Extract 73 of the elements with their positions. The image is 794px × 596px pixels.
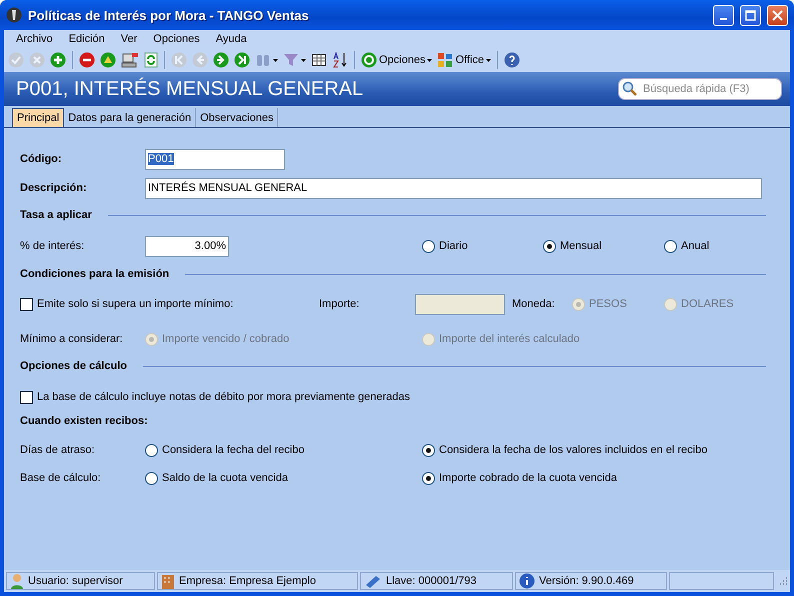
sort-icon bbox=[332, 52, 348, 68]
minimize-icon bbox=[720, 18, 727, 20]
usb-key-icon bbox=[364, 574, 382, 588]
toolbar-menu-button[interactable]: Opciones bbox=[360, 50, 434, 70]
minus-icon bbox=[79, 52, 95, 68]
search-field[interactable]: Búsqueda rápida (F3) bbox=[618, 78, 782, 100]
field-label: Importe: bbox=[319, 298, 360, 310]
status-text: Empresa: Empresa Ejemplo bbox=[179, 575, 316, 587]
building-icon bbox=[161, 573, 175, 589]
field-label: Base de cálculo: bbox=[20, 472, 101, 484]
close-icon bbox=[29, 52, 45, 68]
input-field[interactable]: 3.00% bbox=[145, 236, 229, 256]
field-label: Código: bbox=[20, 153, 62, 165]
menu-item[interactable]: Opciones bbox=[145, 33, 208, 45]
toolbar-button[interactable] bbox=[503, 50, 522, 70]
filter-icon bbox=[283, 52, 299, 68]
computer-icon bbox=[121, 52, 139, 68]
menu-item[interactable]: Edición bbox=[60, 33, 113, 45]
toolbar-button[interactable] bbox=[331, 50, 349, 70]
plus-icon bbox=[50, 52, 66, 68]
grid-icon bbox=[311, 52, 327, 68]
caret-icon bbox=[486, 58, 492, 62]
status-text: Usuario: supervisor bbox=[28, 575, 123, 587]
radio-option[interactable]: Importe cobrado de la cuota vencida bbox=[422, 472, 617, 484]
close-button[interactable] bbox=[767, 4, 788, 26]
field-label: % de interés: bbox=[20, 240, 84, 252]
checkbox-option[interactable]: Emite solo si supera un importe mínimo: bbox=[20, 298, 234, 310]
status-text: Llave: 000001/793 bbox=[386, 575, 477, 587]
status-text: Versión: 9.90.0.469 bbox=[539, 575, 634, 587]
field-label: Días de atraso: bbox=[20, 444, 95, 456]
help-icon bbox=[504, 52, 520, 68]
app-icon bbox=[6, 7, 22, 23]
checkbox-option[interactable]: La base de cálculo incluye notas de débito por mora previamente generadas bbox=[20, 390, 410, 404]
tab[interactable]: Principal bbox=[12, 108, 64, 127]
menu-item[interactable]: Archivo bbox=[8, 33, 61, 45]
section-heading: Condiciones para la emisión bbox=[20, 268, 170, 280]
maximize-button[interactable] bbox=[740, 4, 761, 26]
back-icon bbox=[192, 52, 208, 68]
forward-icon bbox=[213, 52, 229, 68]
menu-item[interactable]: Ayuda bbox=[208, 33, 255, 45]
caret-icon bbox=[427, 58, 432, 62]
section-heading: Opciones de cálculo bbox=[20, 360, 127, 372]
close-icon bbox=[772, 10, 783, 20]
info-icon bbox=[519, 573, 535, 589]
last-icon bbox=[234, 52, 250, 68]
radio-option[interactable]: Mensual bbox=[543, 240, 602, 252]
radio-option[interactable]: Considera la fecha de los valores incluidos en el recibo bbox=[422, 444, 708, 456]
tab[interactable]: Observaciones bbox=[196, 108, 278, 127]
field-label: Moneda: bbox=[512, 298, 555, 310]
window-title: Políticas de Interés por Mora - TANGO Ventas bbox=[28, 8, 310, 22]
input-field[interactable]: P001 bbox=[145, 148, 285, 170]
radio-option[interactable]: Anual bbox=[664, 240, 710, 252]
office-icon bbox=[437, 52, 454, 68]
caret-icon bbox=[301, 58, 306, 62]
refresh-icon bbox=[144, 52, 158, 68]
input-field[interactable]: INTERÉS MENSUAL GENERAL bbox=[145, 178, 762, 198]
radio-option[interactable]: Diario bbox=[422, 240, 468, 252]
user-icon bbox=[10, 573, 24, 589]
maximize-icon bbox=[745, 10, 756, 20]
section-heading: Cuando existen recibos: bbox=[20, 415, 148, 427]
toolbar-menu-button[interactable]: Office bbox=[436, 50, 492, 70]
section-heading: Tasa a aplicar bbox=[20, 209, 92, 221]
radio-option[interactable]: Considera la fecha del recibo bbox=[145, 444, 304, 456]
radio-option[interactable]: Saldo de la cuota vencida bbox=[145, 472, 288, 484]
menu-item[interactable]: Ver bbox=[112, 33, 146, 45]
caret-icon bbox=[273, 58, 278, 62]
first-icon bbox=[171, 52, 187, 68]
field-label: Mínimo a considerar: bbox=[20, 333, 123, 345]
tab[interactable]: Datos para la generación bbox=[64, 108, 196, 127]
field-label: Descripción: bbox=[20, 182, 87, 194]
record-title: P001, INTERÉS MENSUAL GENERAL bbox=[16, 78, 364, 100]
check-icon bbox=[8, 52, 24, 68]
minimize-button[interactable] bbox=[713, 4, 734, 26]
